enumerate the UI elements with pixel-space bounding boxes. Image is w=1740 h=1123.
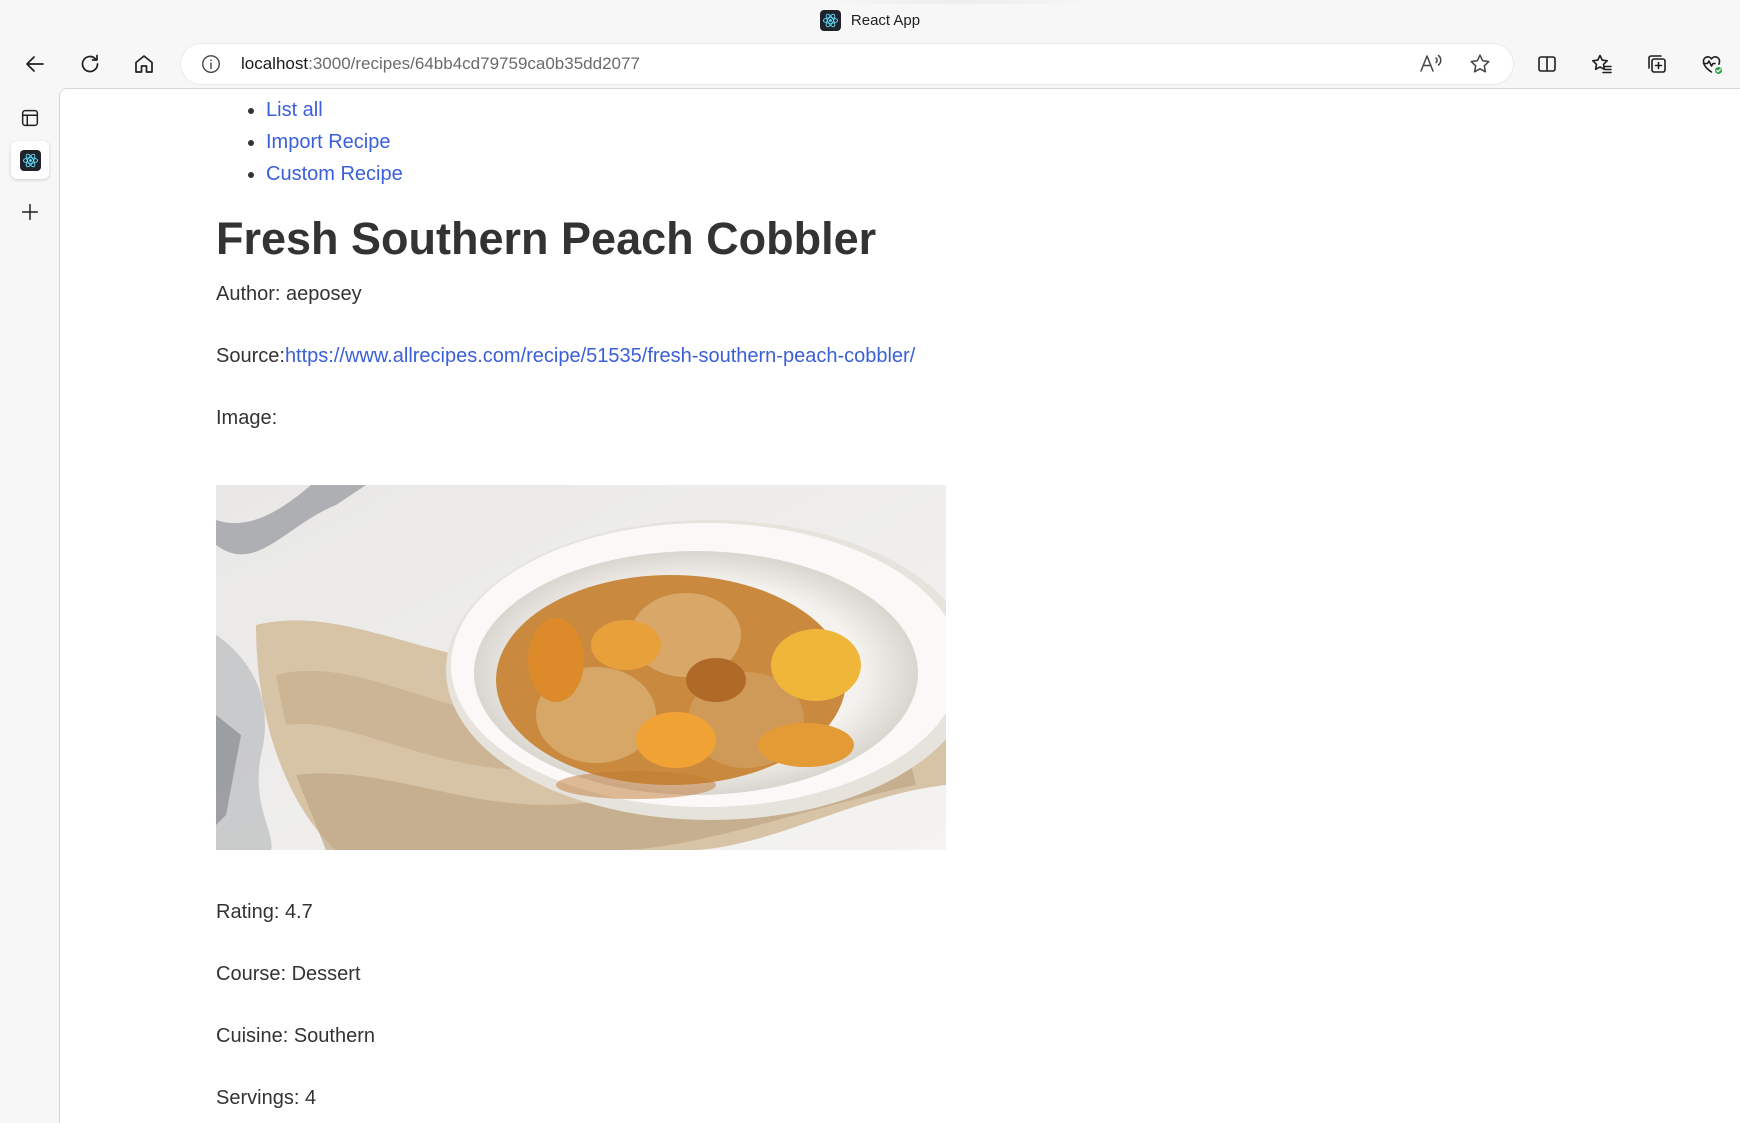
rating-field: Rating: 4.7	[216, 901, 313, 924]
source-link[interactable]: https://www.allrecipes.com/recipe/51535/…	[285, 345, 915, 367]
plus-icon	[21, 203, 39, 221]
back-button[interactable]	[17, 46, 53, 82]
refresh-button[interactable]	[72, 46, 108, 82]
info-icon[interactable]	[199, 52, 223, 76]
nav-item: List all	[216, 94, 403, 126]
tab-title: React App	[850, 11, 921, 29]
collections-button[interactable]	[1639, 46, 1675, 82]
url-host: localhost	[241, 54, 309, 73]
home-icon	[135, 55, 153, 73]
favorites-button[interactable]	[1584, 46, 1620, 82]
nav-link-list-all[interactable]: List all	[266, 99, 323, 121]
collections-icon	[1648, 55, 1666, 73]
servings-label: Servings:	[216, 1087, 305, 1109]
course-value: Dessert	[291, 963, 361, 985]
home-button[interactable]	[126, 46, 162, 82]
arrow-left-icon	[26, 56, 44, 72]
servings-value: 4	[304, 1087, 317, 1109]
image-field: Image:	[216, 407, 277, 430]
url-text[interactable]: localhost:3000/recipes/64bb4cd79759ca0b3…	[241, 44, 640, 84]
image-label: Image:	[216, 407, 278, 429]
browser-toolbar: localhost:3000/recipes/64bb4cd79759ca0b3…	[0, 40, 1740, 89]
cuisine-value: Southern	[293, 1025, 375, 1047]
servings-field: Servings: 4	[216, 1087, 316, 1110]
nav-list: List all Import Recipe Custom Recipe	[216, 94, 403, 190]
react-logo-icon	[819, 9, 841, 31]
nav-item: Import Recipe	[216, 126, 403, 158]
tab-actions-icon	[21, 109, 39, 127]
cuisine-label: Cuisine:	[216, 1025, 294, 1047]
nav-link-custom-recipe[interactable]: Custom Recipe	[266, 163, 403, 185]
nav-link-import-recipe[interactable]: Import Recipe	[266, 131, 391, 153]
refresh-icon	[81, 54, 99, 73]
heartbeat-icon	[1702, 56, 1723, 75]
address-bar[interactable]: localhost:3000/recipes/64bb4cd79759ca0b3…	[181, 44, 1513, 84]
performance-button[interactable]	[1694, 46, 1730, 82]
cuisine-field: Cuisine: Southern	[216, 1025, 375, 1048]
course-label: Course:	[216, 963, 292, 985]
window-title: React App	[0, 0, 1740, 40]
vertical-tabs-sidebar	[0, 89, 60, 1123]
read-aloud-icon[interactable]	[1418, 52, 1444, 76]
tab-react-app[interactable]	[11, 141, 49, 179]
react-logo-icon	[19, 149, 41, 171]
page-viewport: List all Import Recipe Custom Recipe Fre…	[59, 88, 1740, 1123]
source-field: Source:https://www.allrecipes.com/recipe…	[216, 345, 915, 368]
split-screen-button[interactable]	[1529, 46, 1565, 82]
recipe-image	[216, 485, 946, 850]
rating-value: 4.7	[284, 901, 313, 923]
author-value: aeposey	[286, 283, 362, 305]
favorites-icon	[1592, 54, 1612, 74]
tab-actions-button[interactable]	[11, 99, 49, 137]
recipe-title: Fresh Southern Peach Cobbler	[216, 213, 877, 264]
title-bar: React App	[0, 0, 1740, 40]
author-label: Author:	[216, 283, 287, 305]
url-path: :3000/recipes/64bb4cd79759ca0b35dd2077	[308, 54, 640, 73]
split-screen-icon	[1538, 56, 1556, 72]
source-label: Source:	[216, 345, 285, 367]
course-field: Course: Dessert	[216, 963, 361, 986]
star-icon[interactable]	[1468, 52, 1494, 76]
nav-item: Custom Recipe	[216, 158, 403, 190]
new-tab-button[interactable]	[11, 193, 49, 231]
author-field: Author: aeposey	[216, 283, 362, 306]
rating-label: Rating:	[216, 901, 285, 923]
